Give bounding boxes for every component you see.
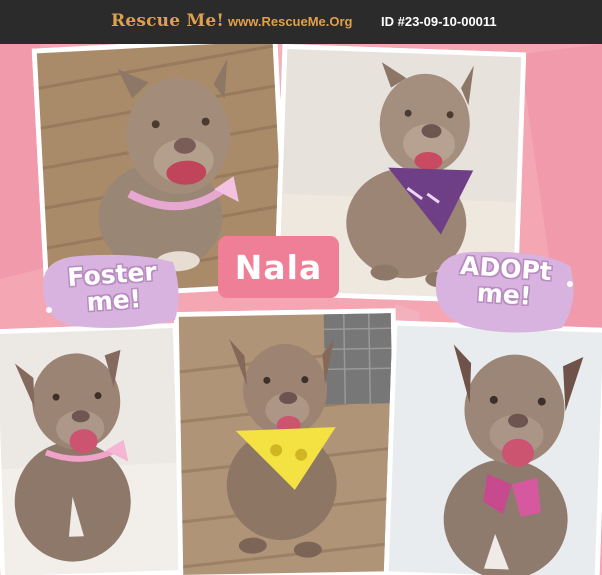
site-url: www.RescueMe.Org bbox=[228, 14, 353, 29]
header-bar: Rescue Me! www.RescueMe.Org ID #23-09-10… bbox=[0, 0, 602, 44]
pet-id: ID #23-09-10-00011 bbox=[381, 14, 497, 29]
photo-collage: Foster me! ADOPt me! Nala bbox=[0, 44, 602, 575]
foster-bubble-text: Foster me! bbox=[36, 257, 189, 320]
photo-dog-pink-ribbon bbox=[383, 320, 602, 575]
photo-dog-pink-bow bbox=[0, 322, 187, 575]
adopt-bubble-text: ADOPt me! bbox=[428, 251, 581, 314]
pet-name-label: Nala bbox=[218, 236, 339, 298]
listing-image: Rescue Me! www.RescueMe.Org ID #23-09-10… bbox=[0, 0, 602, 575]
photo-dog-yellow-bandana bbox=[173, 308, 401, 575]
brand-logo-text: Rescue Me! bbox=[111, 11, 225, 31]
